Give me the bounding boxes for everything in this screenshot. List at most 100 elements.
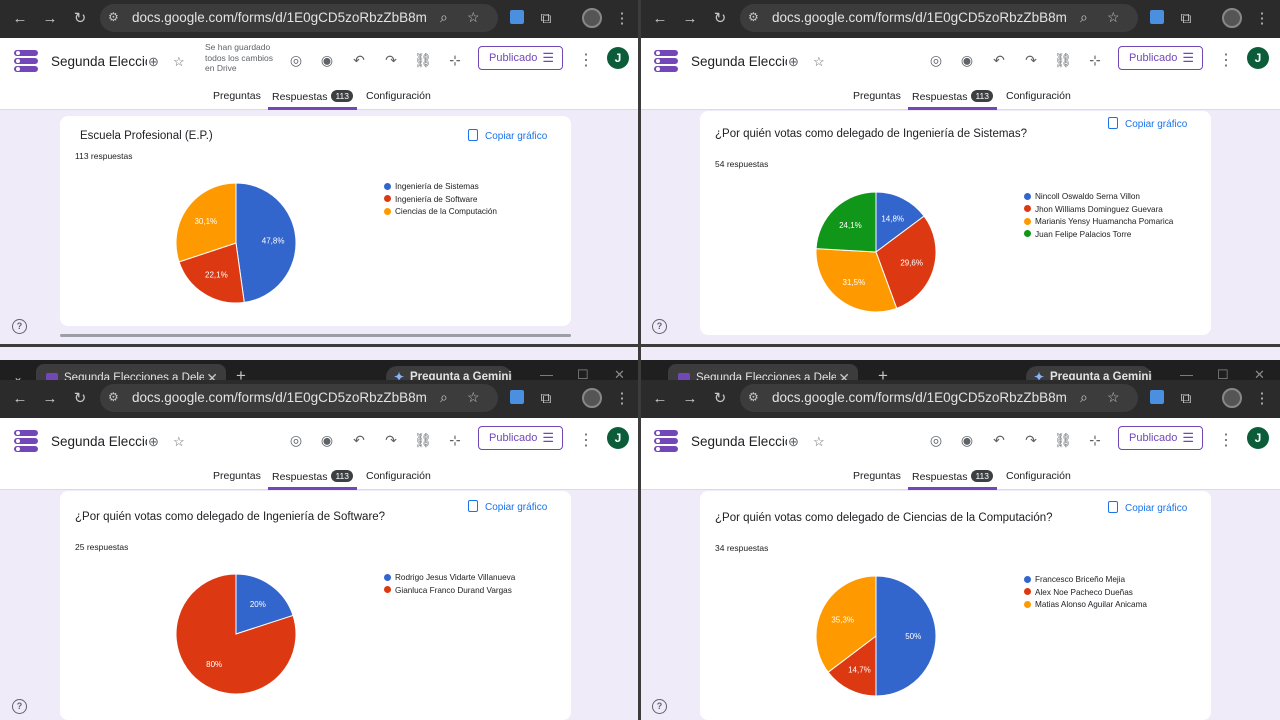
redo-icon[interactable]: ↷ [1022,51,1040,69]
forward-icon[interactable]: → [680,9,700,29]
published-button[interactable]: Publicado ☰ [1118,426,1203,450]
forward-icon[interactable]: → [40,389,60,409]
help-icon[interactable]: ? [652,319,667,334]
avatar[interactable]: J [607,427,629,449]
redo-icon[interactable]: ↷ [382,431,400,449]
published-button[interactable]: Publicado ☰ [478,46,563,70]
add-collaborator-icon[interactable]: ⊹ [1086,51,1104,69]
tab-settings[interactable]: Configuración [1006,470,1071,490]
move-to-folder-icon[interactable]: ⊕ [788,434,799,450]
link-icon[interactable]: ⛓ [414,51,432,69]
address-bar[interactable]: ⚙ docs.google.com/forms/d/1E0gCD5zoRbzZb… [100,384,498,412]
address-bar[interactable]: ⚙ docs.google.com/forms/d/1E0gCD5zoRbzZb… [740,384,1138,412]
add-collaborator-icon[interactable]: ⊹ [446,431,464,449]
avatar[interactable]: J [607,47,629,69]
bookmark-star-icon[interactable]: ☆ [1107,389,1120,406]
search-icon[interactable]: ⌕ [440,9,448,26]
back-icon[interactable]: ← [650,389,670,409]
form-title[interactable]: Segunda Eleccior [691,54,787,69]
more-options-icon[interactable]: ⋮ [1218,430,1234,450]
chrome-menu-icon[interactable]: ⋮ [1252,9,1272,29]
link-icon[interactable]: ⛓ [414,431,432,449]
tab-settings[interactable]: Configuración [1006,90,1071,110]
preview-eye-icon[interactable]: ◉ [318,431,336,449]
copy-chart-button[interactable]: Copiar gráfico [468,129,547,142]
search-icon[interactable]: ⌕ [1080,389,1088,406]
extension-icon[interactable] [510,10,524,24]
tab-questions[interactable]: Preguntas [853,90,901,110]
star-icon[interactable]: ☆ [173,54,185,70]
tab-responses[interactable]: Respuestas 113 [268,90,358,110]
forms-logo-icon[interactable] [654,50,678,72]
tab-questions[interactable]: Preguntas [213,470,261,490]
star-icon[interactable]: ☆ [813,54,825,70]
link-icon[interactable]: ⛓ [1054,431,1072,449]
help-icon[interactable]: ? [12,699,27,714]
move-to-folder-icon[interactable]: ⊕ [148,54,159,70]
tab-responses[interactable]: Respuestas 113 [268,470,358,490]
form-title[interactable]: Segunda Eleccior [51,434,147,449]
add-collaborator-icon[interactable]: ⊹ [1086,431,1104,449]
extensions-puzzle-icon[interactable]: ⧉ [1176,9,1196,29]
avatar[interactable]: J [1247,427,1269,449]
search-icon[interactable]: ⌕ [1080,9,1088,26]
preview-eye-icon[interactable]: ◉ [958,51,976,69]
star-icon[interactable]: ☆ [173,434,185,450]
copy-chart-button[interactable]: Copiar gráfico [1108,501,1187,514]
site-info-icon[interactable]: ⚙ [108,10,119,24]
tab-responses[interactable]: Respuestas 113 [908,470,998,490]
extensions-puzzle-icon[interactable]: ⧉ [1176,389,1196,409]
reload-icon[interactable]: ↻ [70,9,90,29]
forms-logo-icon[interactable] [654,430,678,452]
forward-icon[interactable]: → [40,9,60,29]
chrome-menu-icon[interactable]: ⋮ [612,9,632,29]
extensions-puzzle-icon[interactable]: ⧉ [536,389,556,409]
bookmark-star-icon[interactable]: ☆ [1107,9,1120,26]
tab-questions[interactable]: Preguntas [853,470,901,490]
tab-questions[interactable]: Preguntas [213,90,261,110]
more-options-icon[interactable]: ⋮ [1218,50,1234,70]
back-icon[interactable]: ← [10,9,30,29]
more-options-icon[interactable]: ⋮ [578,430,594,450]
published-button[interactable]: Publicado ☰ [1118,46,1203,70]
undo-icon[interactable]: ↶ [990,51,1008,69]
site-info-icon[interactable]: ⚙ [748,10,759,24]
bookmark-star-icon[interactable]: ☆ [467,389,480,406]
star-icon[interactable]: ☆ [813,434,825,450]
back-icon[interactable]: ← [650,9,670,29]
search-icon[interactable]: ⌕ [440,389,448,406]
tab-responses[interactable]: Respuestas 113 [908,90,998,110]
site-info-icon[interactable]: ⚙ [748,390,759,404]
site-info-icon[interactable]: ⚙ [108,390,119,404]
tab-settings[interactable]: Configuración [366,470,431,490]
reload-icon[interactable]: ↻ [710,389,730,409]
more-options-icon[interactable]: ⋮ [578,50,594,70]
forms-logo-icon[interactable] [14,430,38,452]
address-bar[interactable]: ⚙ docs.google.com/forms/d/1E0gCD5zoRbzZb… [100,4,498,32]
extension-icon[interactable] [510,390,524,404]
extension-icon[interactable] [1150,10,1164,24]
extensions-puzzle-icon[interactable]: ⧉ [536,9,556,29]
undo-icon[interactable]: ↶ [350,431,368,449]
link-icon[interactable]: ⛓ [1054,51,1072,69]
reload-icon[interactable]: ↻ [70,389,90,409]
copy-chart-button[interactable]: Copiar gráfico [1108,117,1187,130]
add-collaborator-icon[interactable]: ⊹ [446,51,464,69]
forward-icon[interactable]: → [680,389,700,409]
chrome-menu-icon[interactable]: ⋮ [612,389,632,409]
preview-eye-icon[interactable]: ◉ [318,51,336,69]
forms-logo-icon[interactable] [14,50,38,72]
published-button[interactable]: Publicado ☰ [478,426,563,450]
undo-icon[interactable]: ↶ [990,431,1008,449]
address-bar[interactable]: ⚙ docs.google.com/forms/d/1E0gCD5zoRbzZb… [740,4,1138,32]
redo-icon[interactable]: ↷ [1022,431,1040,449]
profile-icon[interactable] [1222,388,1242,408]
back-icon[interactable]: ← [10,389,30,409]
tab-settings[interactable]: Configuración [366,90,431,110]
palette-icon[interactable]: ◎ [287,51,305,69]
profile-icon[interactable] [1222,8,1242,28]
extension-icon[interactable] [1150,390,1164,404]
redo-icon[interactable]: ↷ [382,51,400,69]
copy-chart-button[interactable]: Copiar gráfico [468,500,547,513]
preview-eye-icon[interactable]: ◉ [958,431,976,449]
